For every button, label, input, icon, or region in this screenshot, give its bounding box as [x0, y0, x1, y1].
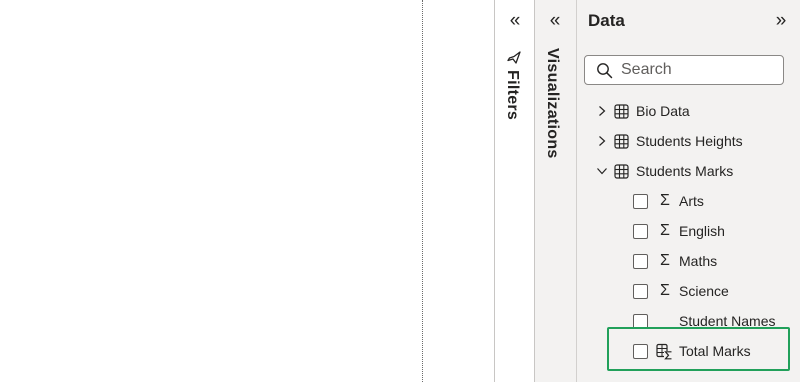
search-box[interactable] [584, 55, 784, 85]
table-icon [614, 103, 629, 119]
field-name[interactable]: Total Marks [679, 343, 751, 359]
table-node-students-heights[interactable]: Students Heights [577, 126, 799, 156]
chevron-right-icon[interactable] [595, 134, 609, 148]
table-node-students-marks[interactable]: Students Marks [577, 156, 799, 186]
field-checkbox[interactable] [633, 343, 648, 359]
visualizations-pane[interactable]: « Visualizations [534, 0, 576, 382]
calculated-column-icon [656, 343, 673, 359]
sigma-icon: Σ [660, 252, 670, 269]
field-row-science[interactable]: Σ Science [577, 276, 799, 306]
field-checkbox[interactable] [633, 283, 648, 299]
table-name[interactable]: Bio Data [636, 103, 690, 119]
chevron-down-icon[interactable] [595, 164, 609, 178]
field-row-total-marks[interactable]: Total Marks [577, 336, 799, 366]
sigma-icon: Σ [660, 192, 670, 209]
field-row-student-names[interactable]: Student Names [577, 306, 799, 336]
field-row-english[interactable]: Σ English [577, 216, 799, 246]
filters-pane-label[interactable]: Filters [503, 70, 521, 120]
field-checkbox[interactable] [633, 313, 648, 329]
field-name[interactable]: Science [679, 283, 729, 299]
field-name[interactable]: Student Names [679, 313, 776, 329]
table-icon [614, 163, 629, 179]
sigma-icon: Σ [660, 222, 670, 239]
table-icon [614, 133, 629, 149]
filter-icon [507, 51, 521, 64]
table-name[interactable]: Students Marks [636, 163, 733, 179]
filters-pane[interactable]: « Filters [494, 0, 534, 382]
table-node-bio-data[interactable]: Bio Data [577, 96, 799, 126]
field-checkbox[interactable] [633, 253, 648, 269]
canvas-page-boundary [422, 0, 423, 382]
sigma-icon: Σ [660, 282, 670, 299]
field-name[interactable]: Maths [679, 253, 717, 269]
report-canvas[interactable] [0, 0, 494, 382]
visualizations-pane-label[interactable]: Visualizations [543, 48, 561, 159]
data-pane-title: Data [588, 11, 625, 30]
search-input[interactable] [621, 59, 776, 81]
field-row-arts[interactable]: Σ Arts [577, 186, 799, 216]
field-name[interactable]: English [679, 223, 725, 239]
search-icon [597, 63, 613, 79]
visualizations-collapse-button[interactable]: « [544, 10, 566, 32]
field-checkbox[interactable] [633, 223, 648, 239]
field-checkbox[interactable] [633, 193, 648, 209]
chevron-right-icon[interactable] [595, 104, 609, 118]
data-pane: Data » Bio Data Students Heights Student… [576, 0, 800, 382]
field-row-maths[interactable]: Σ Maths [577, 246, 799, 276]
filters-collapse-button[interactable]: « [504, 10, 526, 32]
field-name[interactable]: Arts [679, 193, 704, 209]
data-pane-expand-button[interactable]: » [769, 10, 793, 32]
table-name[interactable]: Students Heights [636, 133, 743, 149]
